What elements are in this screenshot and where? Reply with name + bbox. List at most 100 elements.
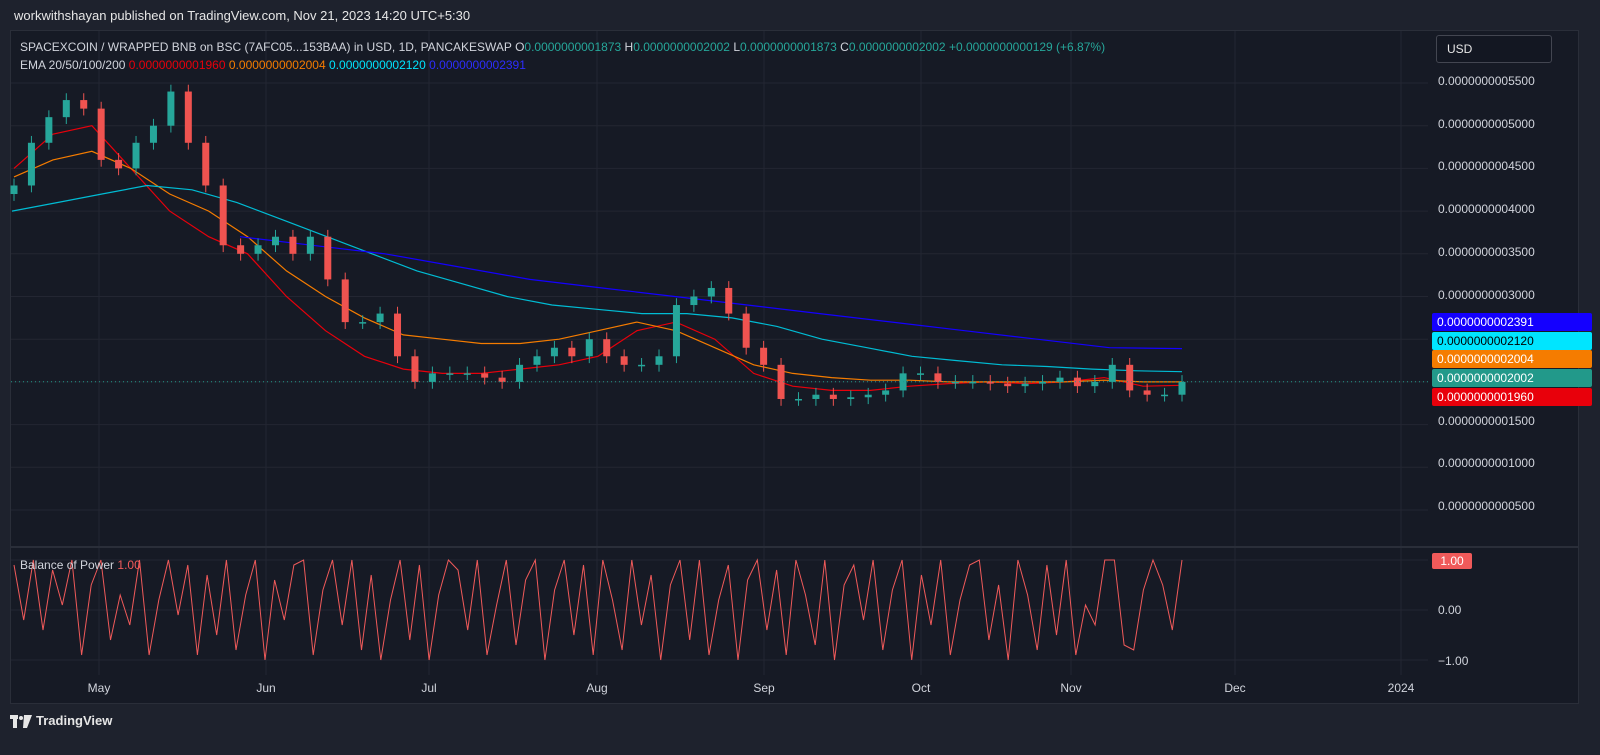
candle-body	[132, 142, 140, 169]
tradingview-footer[interactable]: TradingView	[10, 713, 112, 729]
candle-body	[934, 373, 942, 382]
candle-body	[376, 313, 384, 323]
close-value: 0.0000000002002	[848, 40, 946, 54]
candle-body	[1004, 383, 1012, 387]
candle-body	[1039, 381, 1047, 384]
last-price-tag: 0.0000000002002	[1432, 369, 1592, 387]
candle-body	[394, 313, 402, 357]
candle-body	[568, 347, 576, 357]
bop-value: 1.00	[117, 558, 141, 572]
candle-body	[1178, 381, 1186, 395]
candle-body	[80, 100, 88, 109]
candle-body	[202, 142, 210, 186]
x-tick: Aug	[586, 681, 608, 695]
candle-body	[481, 373, 489, 378]
high-label: H	[624, 40, 634, 54]
candle-body	[1143, 390, 1151, 395]
candle-body	[1091, 381, 1099, 387]
candle-body	[1108, 364, 1116, 382]
chart-canvas[interactable]	[0, 0, 1600, 755]
ema20-value: 0.0000000001960	[128, 58, 226, 72]
candle-body	[690, 296, 698, 306]
candle-body	[289, 236, 297, 254]
x-tick: Dec	[1224, 681, 1246, 695]
candle-body	[917, 373, 925, 375]
candle-body	[463, 373, 471, 375]
ema200-value: 0.0000000002391	[429, 58, 526, 72]
ema100-price-tag: 0.0000000002120	[1432, 332, 1592, 350]
candle-body	[10, 185, 18, 195]
tradingview-logo-icon	[10, 714, 32, 728]
candle-body	[324, 236, 332, 280]
candle-body	[516, 364, 524, 382]
candle-body	[271, 236, 279, 246]
candle-body	[864, 394, 872, 398]
bop-y-tick: 0.00	[1438, 603, 1462, 617]
candle-body	[167, 91, 175, 126]
low-value: 0.0000000001873	[740, 40, 837, 54]
x-tick: Oct	[911, 681, 931, 695]
bop-y-tick: −1.00	[1438, 654, 1469, 668]
candle-body	[742, 313, 750, 348]
candle-body	[1126, 364, 1134, 391]
candle-body	[725, 287, 733, 314]
ema50-line	[13, 150, 1182, 383]
candle-body	[428, 373, 436, 382]
candle-body	[847, 397, 855, 399]
candle-body	[585, 339, 593, 357]
candle-body	[62, 100, 70, 118]
symbol-title[interactable]: SPACEXCOIN / WRAPPED BNB on BSC (7AFC05.…	[20, 40, 512, 54]
candle-body	[882, 390, 890, 395]
candle-body	[707, 287, 715, 297]
symbol-legend[interactable]: SPACEXCOIN / WRAPPED BNB on BSC (7AFC05.…	[20, 40, 1105, 54]
candle-body	[1161, 394, 1169, 397]
change-value: +0.0000000000129 (+6.87%)	[948, 40, 1106, 54]
candle-body	[254, 245, 262, 254]
x-tick: May	[87, 681, 111, 695]
open-label: O	[515, 40, 525, 54]
candle-body	[219, 185, 227, 246]
x-tick: Nov	[1060, 681, 1082, 695]
ema50-price-tag: 0.0000000002004	[1432, 350, 1592, 368]
low-label: L	[733, 40, 741, 54]
candle-body	[672, 305, 680, 357]
bop-price-tag: 1.00	[1432, 553, 1472, 569]
ema200-price-tag: 0.0000000002391	[1432, 313, 1592, 331]
y-tick: 0.0000000005500	[1438, 74, 1535, 88]
candle-body	[359, 322, 367, 324]
x-tick: Jun	[256, 681, 276, 695]
bop-legend[interactable]: Balance of Power 1.00	[20, 558, 141, 572]
candle-body	[829, 394, 837, 399]
y-tick: 0.0000000001000	[1438, 456, 1535, 470]
candle-body	[237, 245, 245, 254]
candle-body	[603, 339, 611, 357]
x-tick: Jul	[421, 681, 437, 695]
y-tick: 0.0000000005000	[1438, 117, 1535, 131]
y-tick: 0.0000000001500	[1438, 414, 1535, 428]
candle-body	[533, 356, 541, 365]
close-label: C	[840, 40, 849, 54]
candle-body	[638, 364, 646, 367]
ema-legend[interactable]: EMA 20/50/100/200 0.0000000001960 0.0000…	[20, 58, 526, 72]
candle-body	[655, 356, 663, 365]
open-value: 0.0000000001873	[524, 40, 622, 54]
candle-body	[411, 356, 419, 382]
ema20-line	[13, 125, 1183, 391]
candle-body	[27, 142, 35, 186]
brand-name: TradingView	[36, 713, 113, 728]
candle-body	[115, 159, 123, 169]
candle-body	[341, 279, 349, 323]
ema-label[interactable]: EMA 20/50/100/200	[20, 58, 125, 72]
high-value: 0.0000000002002	[633, 40, 730, 54]
candle-body	[620, 356, 628, 365]
y-tick: 0.0000000004500	[1438, 159, 1535, 173]
currency-button[interactable]: USD	[1436, 35, 1552, 63]
x-tick: Sep	[753, 681, 775, 695]
candle-body	[149, 125, 157, 143]
bop-label[interactable]: Balance of Power	[20, 558, 114, 572]
ema20-price-tag: 0.0000000001960	[1432, 388, 1592, 406]
candle-body	[184, 91, 192, 143]
candle-body	[97, 108, 105, 160]
candle-body	[794, 398, 802, 401]
candle-body	[306, 236, 314, 254]
